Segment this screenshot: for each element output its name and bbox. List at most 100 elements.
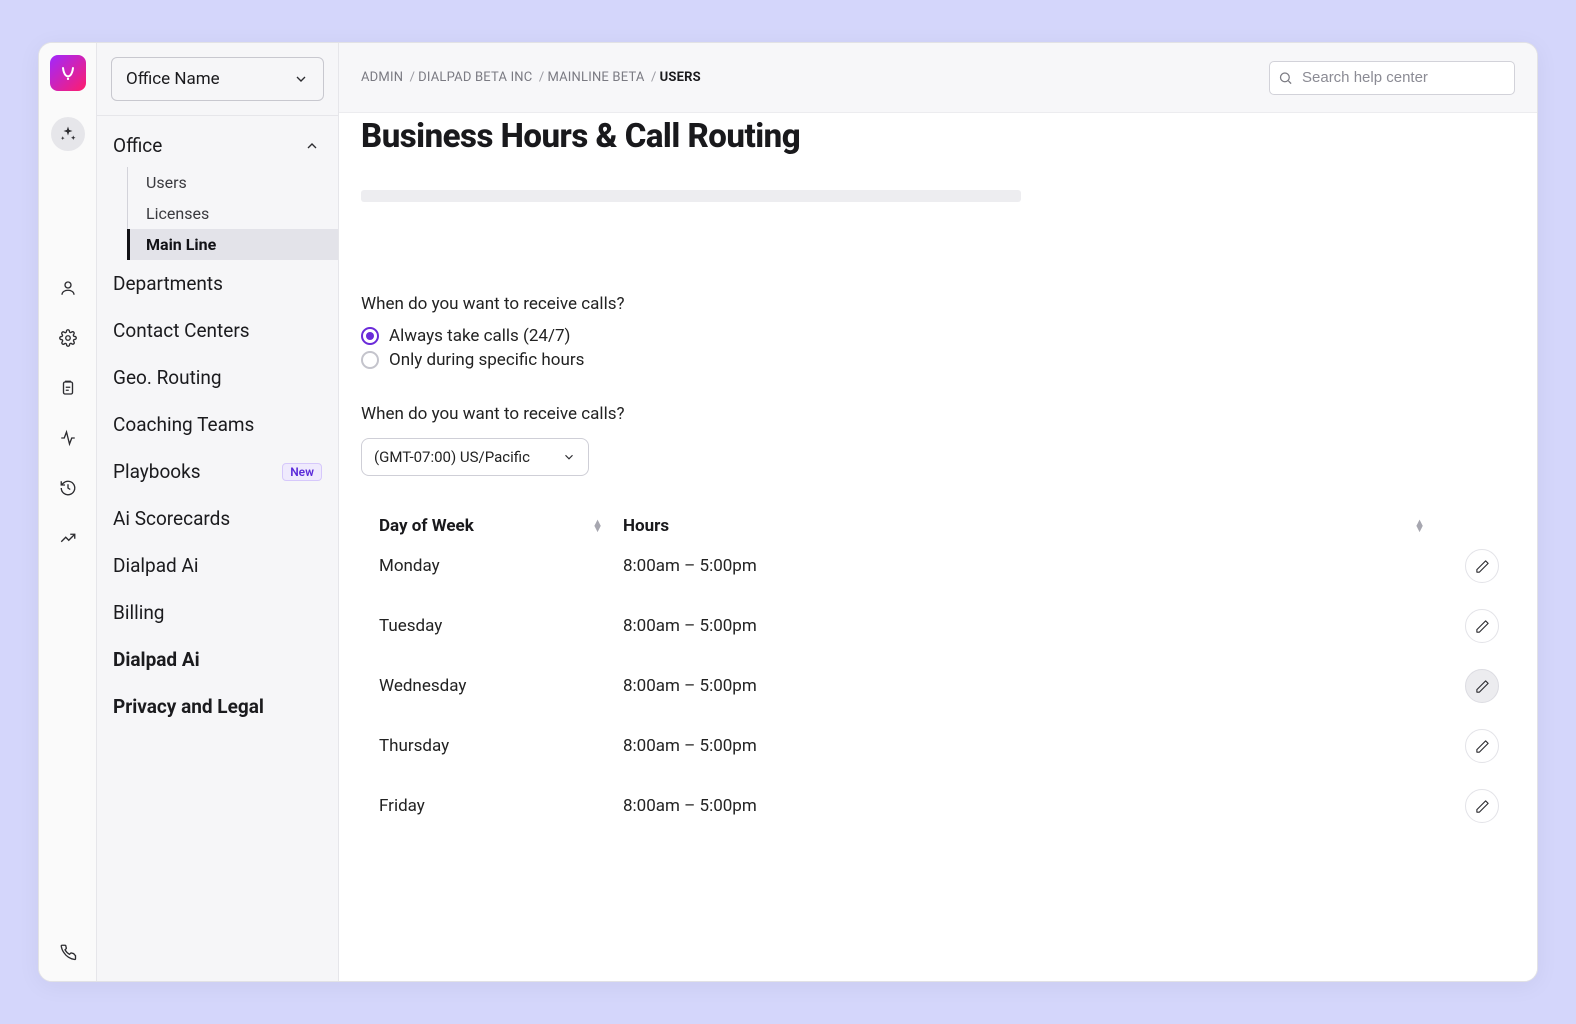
phone-icon[interactable]: [51, 935, 85, 969]
question-2-label: When do you want to receive calls?: [361, 404, 1515, 424]
cell-hours: 8:00am – 5:00pm: [623, 616, 1445, 636]
breadcrumb-separator: /: [648, 70, 657, 85]
topbar: ADMIN /DIALPAD BETA INC /MAINLINE BETA /…: [339, 43, 1537, 113]
table-header: Day of Week ▲▼ Hours ▲▼: [361, 516, 1515, 536]
clipboard-icon[interactable]: [51, 371, 85, 405]
edit-button[interactable]: [1465, 549, 1499, 583]
cell-hours: 8:00am – 5:00pm: [623, 736, 1445, 756]
breadcrumb-item[interactable]: ADMIN: [361, 70, 403, 85]
cell-day: Monday: [361, 556, 623, 576]
table-row: Tuesday8:00am – 5:00pm: [361, 596, 1515, 656]
nav-sub-list: UsersLicensesMain Line: [127, 167, 338, 260]
cell-day: Thursday: [361, 736, 623, 756]
nav-item[interactable]: Contact Centers: [97, 307, 338, 354]
nav-sub-item[interactable]: Main Line: [127, 229, 338, 260]
chevron-down-icon: [562, 450, 576, 464]
nav-item[interactable]: Dialpad Ai: [97, 542, 338, 589]
edit-button[interactable]: [1465, 789, 1499, 823]
sort-icon[interactable]: ▲▼: [592, 520, 603, 532]
new-badge: New: [282, 463, 322, 481]
breadcrumb: ADMIN /DIALPAD BETA INC /MAINLINE BETA /…: [361, 70, 701, 85]
edit-button[interactable]: [1465, 729, 1499, 763]
trend-icon[interactable]: [51, 521, 85, 555]
nav-item-label: Ai Scorecards: [113, 507, 230, 530]
edit-button[interactable]: [1465, 609, 1499, 643]
nav-section-label: Office: [113, 134, 162, 157]
nav-item[interactable]: Departments: [97, 260, 338, 307]
question-1-label: When do you want to receive calls?: [361, 294, 1515, 314]
timezone-select[interactable]: (GMT-07:00) US/Pacific: [361, 438, 589, 476]
nav-item-label: Geo. Routing: [113, 366, 222, 389]
pencil-icon: [1475, 739, 1490, 754]
breadcrumb-item[interactable]: DIALPAD BETA INC: [418, 70, 532, 85]
nav-item[interactable]: Privacy and Legal: [97, 683, 338, 730]
pencil-icon: [1475, 559, 1490, 574]
activity-icon[interactable]: [51, 421, 85, 455]
nav-item-label: Departments: [113, 272, 223, 295]
nav-section-office[interactable]: Office: [97, 116, 338, 167]
nav-item-label: Dialpad Ai: [113, 648, 200, 671]
history-icon[interactable]: [51, 471, 85, 505]
radio-option[interactable]: Always take calls (24/7): [361, 324, 1515, 348]
nav-item-label: Privacy and Legal: [113, 695, 264, 718]
table-row: Friday8:00am – 5:00pm: [361, 776, 1515, 836]
cell-hours: 8:00am – 5:00pm: [623, 556, 1445, 576]
cell-hours: 8:00am – 5:00pm: [623, 796, 1445, 816]
radio-label: Only during specific hours: [389, 350, 584, 370]
page-title: Business Hours & Call Routing: [361, 117, 1515, 156]
ai-sparkle-button[interactable]: [51, 117, 85, 151]
nav-item-label: Dialpad Ai: [113, 554, 199, 577]
cell-day: Wednesday: [361, 676, 623, 696]
header-day[interactable]: Day of Week: [379, 516, 474, 536]
radio-group: Always take calls (24/7) Only during spec…: [361, 324, 1515, 372]
search-input[interactable]: [1269, 61, 1515, 95]
office-select[interactable]: Office Name: [111, 57, 324, 101]
search-icon: [1278, 70, 1293, 85]
nav-item[interactable]: Billing: [97, 589, 338, 636]
hours profetable: Day of Week ▲▼ Hours ▲▼ Monday8:00am – 5…: [361, 516, 1515, 836]
cell-day: Friday: [361, 796, 623, 816]
breadcrumb-separator: /: [406, 70, 415, 85]
nav-item[interactable]: Geo. Routing: [97, 354, 338, 401]
nav-item[interactable]: Dialpad Ai: [97, 636, 338, 683]
breadcrumb-separator: /: [535, 70, 544, 85]
sidebar: Office Name Office UsersLicensesMain Lin…: [97, 43, 339, 981]
pencil-icon: [1475, 679, 1490, 694]
cell-day: Tuesday: [361, 616, 623, 636]
user-icon[interactable]: [51, 271, 85, 305]
nav-item-label: Coaching Teams: [113, 413, 254, 436]
content: Business Hours & Call Routing When do yo…: [339, 113, 1537, 981]
main-area: ADMIN /DIALPAD BETA INC /MAINLINE BETA /…: [339, 43, 1537, 981]
cell-hours: 8:00am – 5:00pm: [623, 676, 1445, 696]
table-row: Wednesday8:00am – 5:00pm: [361, 656, 1515, 716]
chevron-up-icon: [304, 138, 320, 154]
gear-icon[interactable]: [51, 321, 85, 355]
sort-icon[interactable]: ▲▼: [1414, 520, 1425, 532]
brand-logo[interactable]: [50, 55, 86, 91]
table-row: Thursday8:00am – 5:00pm: [361, 716, 1515, 776]
nav-sub-item[interactable]: Licenses: [128, 198, 338, 229]
app-window: Office Name Office UsersLicensesMain Lin…: [38, 42, 1538, 982]
table-row: Monday8:00am – 5:00pm: [361, 536, 1515, 596]
timezone-value: (GMT-07:00) US/Pacific: [374, 448, 530, 466]
radio-label: Always take calls (24/7): [389, 326, 570, 346]
nav-sub-item[interactable]: Users: [128, 167, 338, 198]
nav-item[interactable]: Playbooks New: [97, 448, 338, 495]
nav-item-label: Playbooks: [113, 460, 201, 483]
pencil-icon: [1475, 799, 1490, 814]
placeholder-bar: [361, 190, 1021, 202]
header-hours[interactable]: Hours: [623, 516, 669, 536]
edit-button[interactable]: [1465, 669, 1499, 703]
radio-input[interactable]: [361, 327, 379, 345]
nav-item[interactable]: Ai Scorecards: [97, 495, 338, 542]
nav-item[interactable]: Coaching Teams: [97, 401, 338, 448]
office-select-label: Office Name: [126, 69, 220, 89]
radio-option[interactable]: Only during specific hours: [361, 348, 1515, 372]
nav-item-label: Contact Centers: [113, 319, 250, 342]
icon-rail: [39, 43, 97, 981]
radio-input[interactable]: [361, 351, 379, 369]
breadcrumb-current: USERS: [660, 70, 701, 85]
pencil-icon: [1475, 619, 1490, 634]
chevron-down-icon: [293, 71, 309, 87]
breadcrumb-item[interactable]: MAINLINE BETA: [547, 70, 644, 85]
